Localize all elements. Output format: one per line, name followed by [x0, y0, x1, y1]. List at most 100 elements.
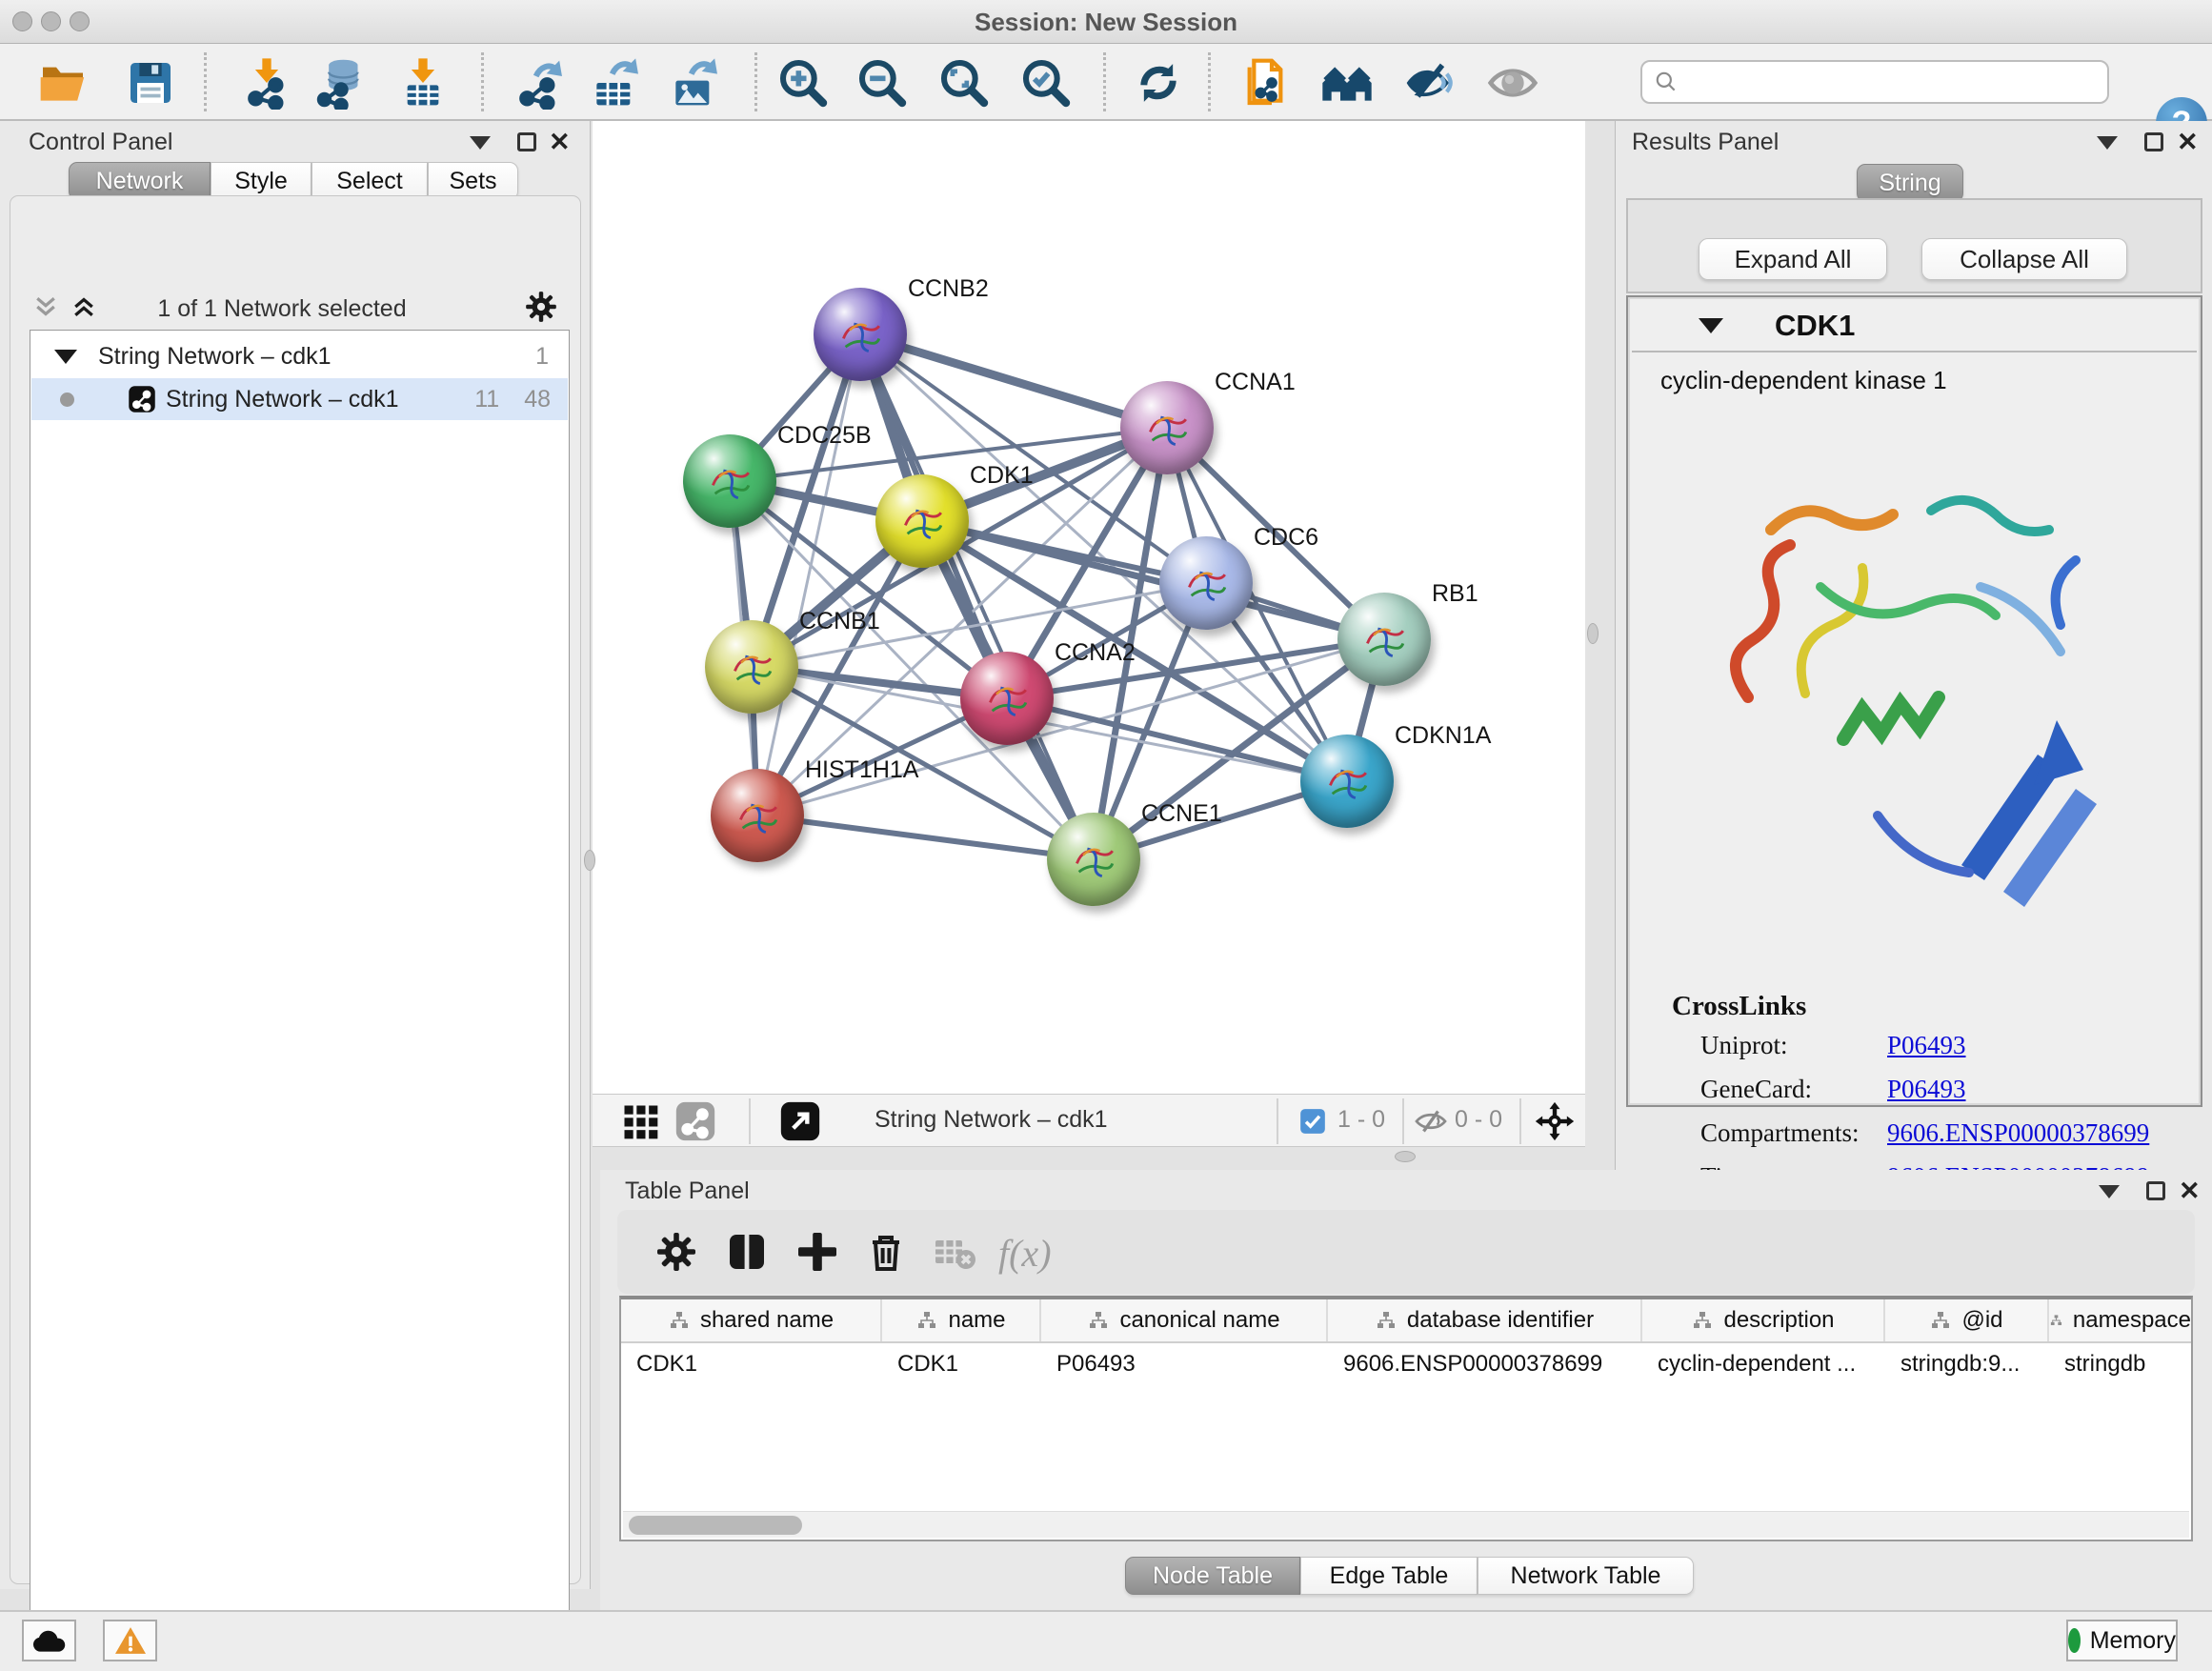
memory-button[interactable]: Memory [2066, 1620, 2178, 1661]
tab-network-table[interactable]: Network Table [1478, 1557, 1694, 1595]
network-node-RB1[interactable] [1337, 593, 1431, 686]
export-image-icon[interactable] [667, 56, 720, 110]
cell-shared-name[interactable]: CDK1 [621, 1351, 882, 1378]
panel-float-icon[interactable] [2146, 1181, 2165, 1200]
open-in-new-icon[interactable] [779, 1100, 821, 1142]
network-row-selected[interactable]: String Network – cdk1 11 48 [31, 378, 568, 420]
table-settings-gear-icon[interactable] [654, 1229, 699, 1275]
network-node-CCNA1[interactable] [1120, 381, 1214, 474]
column-header[interactable]: name [882, 1299, 1041, 1341]
tab-edge-table[interactable]: Edge Table [1300, 1557, 1478, 1595]
panel-menu-caret-icon[interactable] [2099, 1185, 2120, 1198]
right-splitter-handle[interactable] [1587, 623, 1599, 644]
refresh-view-icon[interactable] [1132, 56, 1185, 110]
zoom-out-icon[interactable] [855, 56, 909, 110]
zoom-fit-icon[interactable] [937, 56, 991, 110]
cell-description[interactable]: cyclin-dependent ... [1642, 1351, 1885, 1378]
hidden-eye-slash-icon[interactable] [1414, 1104, 1448, 1138]
cell-id[interactable]: stringdb:9... [1885, 1351, 2049, 1378]
column-header[interactable]: canonical name [1041, 1299, 1328, 1341]
network-node-HIST1H1A[interactable] [711, 769, 804, 862]
warning-button[interactable] [103, 1620, 157, 1661]
show-columns-icon[interactable] [724, 1229, 770, 1275]
string-app-icon[interactable] [674, 1100, 716, 1142]
network-node-CCNE1[interactable] [1047, 813, 1140, 906]
zoom-selected-icon[interactable] [1019, 56, 1073, 110]
scrollbar-thumb[interactable] [629, 1516, 802, 1535]
network-overview-houses-icon[interactable] [1320, 56, 1374, 110]
tab-select[interactable]: Select [312, 162, 428, 200]
network-node-CDC25B[interactable] [683, 434, 776, 528]
grid-view-icon[interactable] [619, 1100, 661, 1142]
network-node-CCNB1[interactable] [705, 620, 798, 714]
import-network-file-icon[interactable] [240, 56, 293, 110]
edge-CCNB2-CCNA1[interactable] [860, 334, 1167, 428]
tab-sets[interactable]: Sets [428, 162, 518, 200]
fit-selection-crosshair-icon[interactable] [1534, 1100, 1576, 1142]
edge-HIST1H1A-CCNE1[interactable] [757, 815, 1094, 859]
network-node-CCNB2[interactable] [814, 288, 907, 381]
zoom-in-icon[interactable] [776, 56, 830, 110]
edge-CCNB2-HIST1H1A[interactable] [757, 334, 860, 815]
table-row[interactable]: CDK1 CDK1 P06493 9606.ENSP00000378699 cy… [621, 1343, 2191, 1385]
cell-namespace[interactable]: stringdb [2049, 1351, 2191, 1378]
import-network-database-icon[interactable] [314, 56, 368, 110]
network-node-CDKN1A[interactable] [1300, 735, 1394, 828]
network-node-CCNA2[interactable] [960, 652, 1054, 745]
add-column-icon[interactable] [794, 1229, 840, 1275]
search-input[interactable] [1640, 60, 2109, 104]
import-string-document-icon[interactable] [1238, 56, 1292, 110]
panel-close-icon[interactable]: ✕ [549, 132, 571, 151]
cloud-button[interactable] [22, 1620, 76, 1661]
crosslink-link[interactable]: 9606.ENSP00000378699 [1887, 1118, 2149, 1148]
delete-table-icon[interactable] [932, 1229, 977, 1275]
column-header[interactable]: shared name [621, 1299, 882, 1341]
hide-details-eye-slash-icon[interactable] [1402, 56, 1456, 110]
import-table-icon[interactable] [396, 56, 450, 110]
column-header[interactable]: description [1642, 1299, 1885, 1341]
cell-name[interactable]: CDK1 [882, 1351, 1041, 1378]
column-header[interactable]: @id [1885, 1299, 2049, 1341]
show-details-eye-icon[interactable] [1486, 56, 1539, 110]
network-node-CDK1[interactable] [875, 474, 969, 568]
collapse-section-caret-icon[interactable] [1699, 318, 1723, 333]
panel-float-icon[interactable] [517, 132, 536, 151]
crosslink-link[interactable]: P06493 [1887, 1075, 1966, 1104]
network-view-canvas[interactable]: CCNB2 CCNA1 CDC25B CDK1 CDC6 RB1 CCNB1 C… [593, 121, 1585, 1094]
column-header[interactable]: database identifier [1328, 1299, 1642, 1341]
expand-all-button[interactable]: Expand All [1699, 238, 1887, 280]
collapse-all-button[interactable]: Collapse All [1921, 238, 2127, 280]
network-node-CDC6[interactable] [1159, 536, 1253, 630]
tab-sets-label: Sets [449, 168, 496, 195]
bottom-splitter-handle[interactable] [1395, 1151, 1416, 1162]
horizontal-scrollbar[interactable] [623, 1511, 2189, 1538]
tab-string[interactable]: String [1857, 164, 1963, 202]
network-options-gear-icon[interactable] [523, 289, 559, 325]
left-splitter-handle[interactable] [584, 850, 595, 871]
cell-canonical-name[interactable]: P06493 [1041, 1351, 1328, 1378]
tree-expand-caret-icon[interactable] [54, 350, 77, 364]
export-table-icon[interactable] [588, 56, 641, 110]
panel-menu-caret-icon[interactable] [470, 136, 491, 150]
expand-all-chevron-icon[interactable] [68, 292, 100, 321]
panel-menu-caret-icon[interactable] [2097, 136, 2118, 150]
selected-checkbox[interactable] [1299, 1108, 1326, 1135]
crosslink-link[interactable]: P06493 [1887, 1031, 1966, 1060]
tab-style[interactable]: Style [211, 162, 312, 200]
panel-close-icon[interactable]: ✕ [2177, 132, 2199, 151]
export-network-icon[interactable] [512, 56, 565, 110]
save-session-icon[interactable] [124, 56, 177, 110]
gene-card-header[interactable]: CDK1 [1632, 301, 2197, 352]
network-collection-row[interactable]: String Network – cdk1 1 [31, 336, 568, 376]
panel-close-icon[interactable]: ✕ [2179, 1181, 2201, 1200]
open-session-icon[interactable] [36, 56, 90, 110]
tab-network[interactable]: Network [69, 162, 211, 200]
panel-float-icon[interactable] [2144, 132, 2163, 151]
cell-database-identifier[interactable]: 9606.ENSP00000378699 [1328, 1351, 1642, 1378]
column-header[interactable]: namespace [2049, 1299, 2191, 1341]
delete-column-icon[interactable] [863, 1229, 909, 1275]
collapse-all-chevron-icon[interactable] [30, 292, 62, 321]
function-builder-icon[interactable]: f(x) [998, 1231, 1052, 1276]
tab-node-table[interactable]: Node Table [1125, 1557, 1300, 1595]
node-count: 11 [474, 386, 499, 413]
